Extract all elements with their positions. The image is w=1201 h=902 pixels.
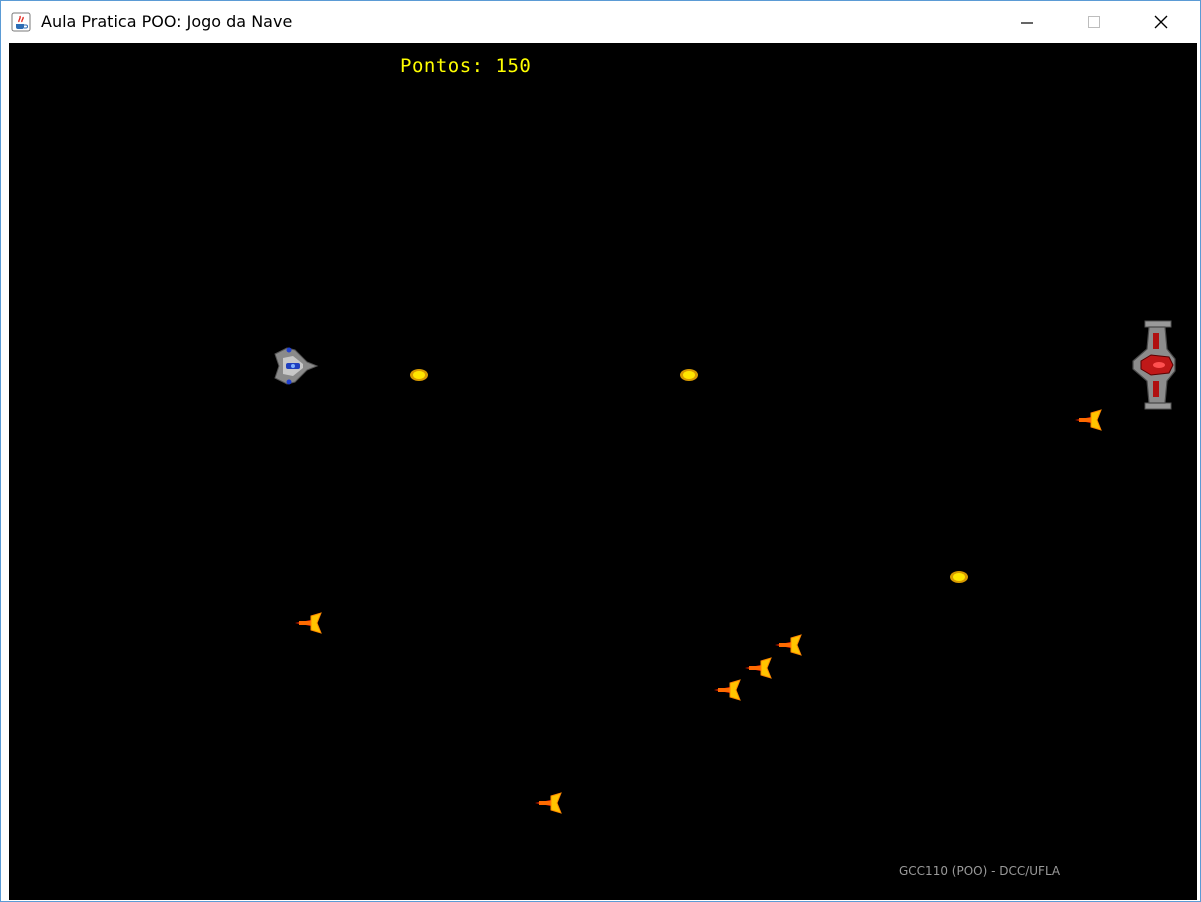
projectile-icon: [680, 369, 698, 381]
projectile-icon: [950, 571, 968, 583]
missile-icon: [714, 679, 741, 701]
missile-icon: [775, 634, 802, 656]
score-label: Pontos: 150: [400, 55, 532, 77]
missile-icon: [1075, 409, 1102, 431]
missile-icon: [535, 792, 562, 814]
minimize-button[interactable]: [994, 1, 1060, 43]
minimize-icon: [1021, 22, 1033, 24]
game-window: Aula Pratica POO: Jogo da Nave Pontos: 1…: [0, 0, 1201, 902]
missile-icon: [295, 612, 322, 634]
game-canvas[interactable]: Pontos: 150 GCC110 (POO) - DCC/UFLA: [9, 43, 1197, 900]
maximize-icon: [1088, 16, 1100, 28]
player-ship-icon: [274, 347, 319, 385]
enemy-ship-icon: [1132, 320, 1176, 410]
missile-icon: [745, 657, 772, 679]
projectile-icon: [410, 369, 428, 381]
close-icon: [1154, 15, 1168, 29]
close-button[interactable]: [1128, 1, 1194, 43]
title-bar[interactable]: Aula Pratica POO: Jogo da Nave: [1, 1, 1200, 43]
window-title: Aula Pratica POO: Jogo da Nave: [41, 12, 293, 31]
java-cup-icon: [11, 12, 31, 32]
maximize-button[interactable]: [1061, 1, 1127, 43]
course-credit: GCC110 (POO) - DCC/UFLA: [899, 864, 1061, 878]
